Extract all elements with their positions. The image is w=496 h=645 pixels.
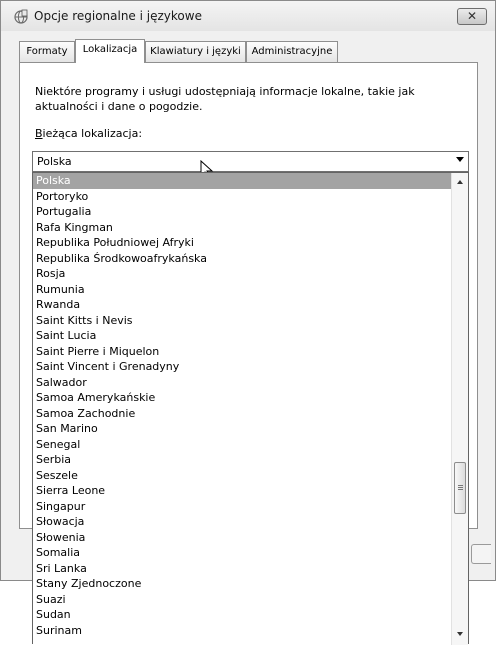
grip-line: [458, 489, 463, 490]
list-item[interactable]: Słowenia: [33, 530, 451, 546]
dropdown-scrollbar[interactable]: [451, 173, 468, 645]
list-item[interactable]: Portugalia: [33, 204, 451, 220]
grip-line: [458, 487, 463, 488]
list-item[interactable]: San Marino: [33, 421, 451, 437]
list-item[interactable]: Saint Lucia: [33, 328, 451, 344]
list-item[interactable]: Samoa Zachodnie: [33, 406, 451, 422]
list-item[interactable]: Singapur: [33, 499, 451, 515]
title-bar[interactable]: Opcje regionalne i językowe ✕: [1, 1, 495, 31]
ok-button-partial[interactable]: [471, 544, 491, 564]
location-combobox[interactable]: Polska: [32, 151, 469, 172]
tab-formaty[interactable]: Formaty: [19, 41, 75, 63]
list-item[interactable]: Somalia: [33, 545, 451, 561]
close-icon: ✕: [466, 9, 478, 23]
list-item[interactable]: Republika Południowej Afryki: [33, 235, 451, 251]
list-item[interactable]: Stany Zjednoczone: [33, 576, 451, 592]
list-item[interactable]: Rafa Kingman: [33, 220, 451, 236]
combobox-value: Polska: [37, 155, 72, 168]
location-description: Niektóre programy i usługi udostępniają …: [35, 85, 415, 113]
scroll-up-arrow-icon[interactable]: [457, 180, 463, 184]
list-item[interactable]: Saint Pierre i Miquelon: [33, 344, 451, 360]
list-item[interactable]: Sudan: [33, 607, 451, 623]
location-dropdown-list[interactable]: Polska Portoryko Portugalia Rafa Kingman Rep…: [32, 172, 469, 645]
list-item[interactable]: Saint Kitts i Nevis: [33, 313, 451, 329]
scroll-thumb[interactable]: [454, 462, 466, 514]
list-item[interactable]: Saint Vincent i Grenadyny: [33, 359, 451, 375]
tab-lokalizacja[interactable]: Lokalizacja: [75, 39, 145, 63]
list-item[interactable]: Serbia: [33, 452, 451, 468]
list-item[interactable]: Seszele: [33, 468, 451, 484]
list-item[interactable]: Sri Lanka: [33, 561, 451, 577]
tab-administracyjne[interactable]: Administracyjne: [246, 41, 338, 63]
window-title: Opcje regionalne i językowe: [34, 9, 202, 23]
scroll-down-arrow-icon[interactable]: [457, 632, 463, 636]
globe-icon: [14, 9, 28, 24]
chevron-down-icon[interactable]: [456, 157, 464, 162]
list-item[interactable]: Polska: [33, 173, 451, 189]
dropdown-items: Polska Portoryko Portugalia Rafa Kingman Rep…: [33, 173, 451, 638]
list-item[interactable]: Senegal: [33, 437, 451, 453]
list-item[interactable]: Samoa Amerykańskie: [33, 390, 451, 406]
list-item[interactable]: Republika Środkowoafrykańska: [33, 251, 451, 267]
current-location-label: Bieżąca lokalizacja:: [35, 127, 143, 140]
list-item[interactable]: Surinam: [33, 623, 451, 639]
grip-line: [458, 485, 463, 486]
list-item[interactable]: Portoryko: [33, 189, 451, 205]
tab-klawiatury-i-jezyki[interactable]: Klawiatury i języki: [145, 41, 246, 63]
list-item[interactable]: Rumunia: [33, 282, 451, 298]
list-item[interactable]: Rosja: [33, 266, 451, 282]
list-item[interactable]: Rwanda: [33, 297, 451, 313]
list-item[interactable]: Salwador: [33, 375, 451, 391]
list-item[interactable]: Suazi: [33, 592, 451, 608]
list-item[interactable]: Słowacja: [33, 514, 451, 530]
close-button[interactable]: ✕: [457, 8, 487, 25]
list-item[interactable]: Sierra Leone: [33, 483, 451, 499]
